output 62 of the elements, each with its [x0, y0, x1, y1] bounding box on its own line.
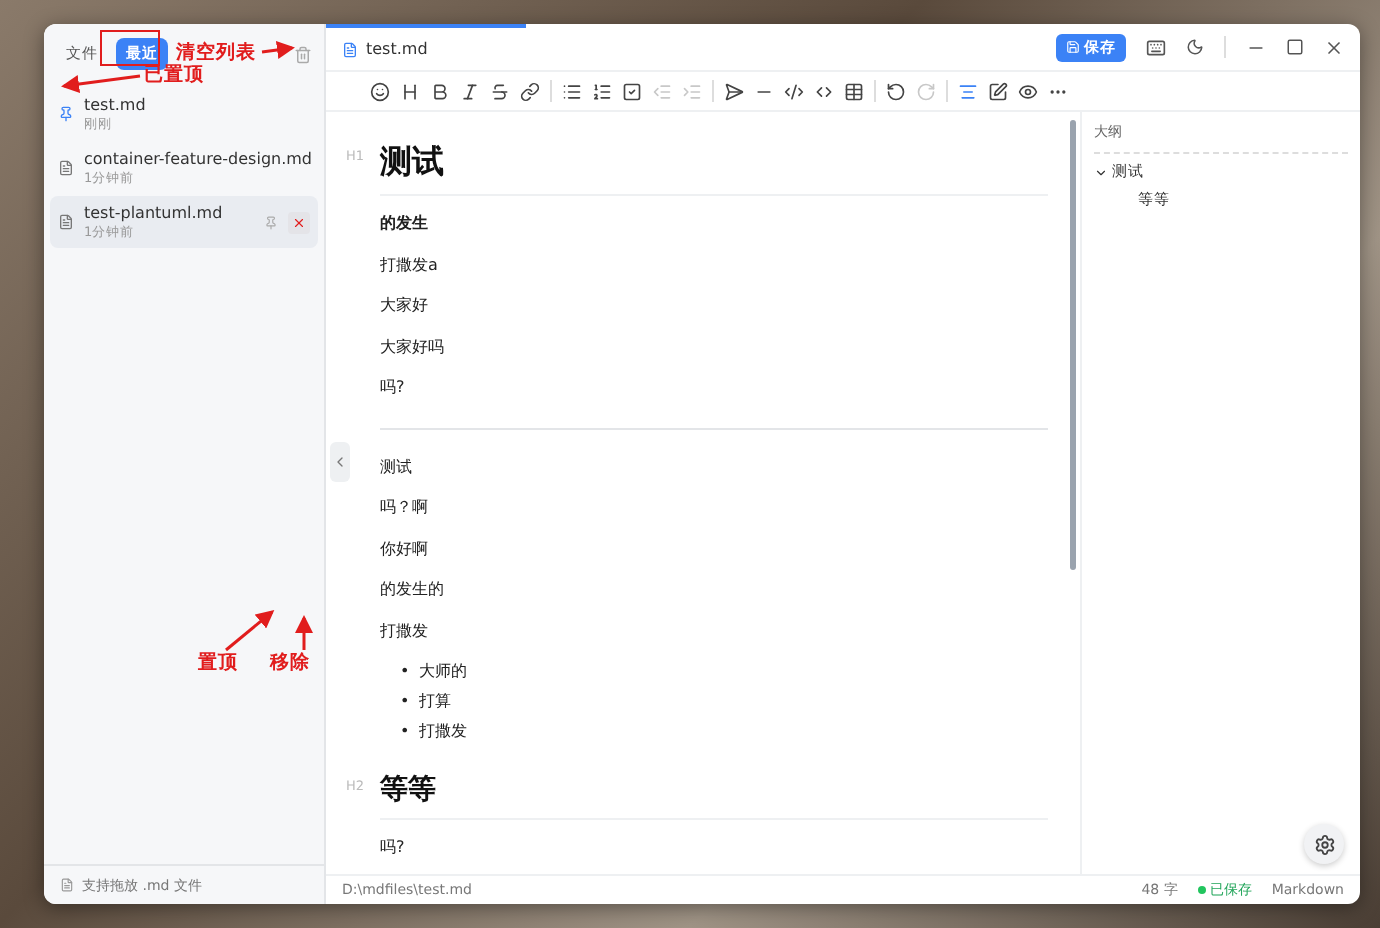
send-icon[interactable] — [724, 81, 744, 101]
bullet: • — [400, 690, 410, 714]
paragraph: 大家好吗 — [380, 335, 444, 359]
file-icon — [58, 214, 74, 230]
ol-icon[interactable] — [592, 81, 612, 101]
undo-icon[interactable] — [886, 81, 906, 101]
paragraph: 的发生 — [380, 212, 428, 236]
maximize-icon[interactable] — [1286, 38, 1304, 56]
edit-icon[interactable] — [988, 81, 1008, 101]
scrollbar[interactable] — [1070, 120, 1076, 570]
preview-icon[interactable] — [1018, 81, 1038, 101]
emoji-icon[interactable] — [370, 81, 390, 101]
file-icon — [60, 878, 74, 892]
toc-icon[interactable] — [958, 81, 978, 101]
annotation-arrow — [61, 74, 141, 93]
bullet: • — [400, 660, 410, 684]
link-icon[interactable] — [520, 81, 540, 101]
paragraph: 大家好 — [380, 294, 428, 318]
list-item: 大师的 — [419, 660, 468, 684]
paragraph: 的发生的 — [380, 578, 444, 602]
annotation-arrow — [261, 41, 295, 59]
file-icon — [58, 160, 74, 176]
bullet: • — [400, 720, 410, 744]
table-icon[interactable] — [844, 81, 864, 101]
collapse-handle[interactable] — [330, 442, 350, 482]
paragraph: 测试 — [380, 455, 412, 479]
list-item: 打撒发 — [419, 720, 468, 744]
paragraph: 打撒发a — [380, 253, 438, 277]
strike-icon[interactable] — [490, 81, 510, 101]
annotation-label: 清空列表 — [176, 40, 256, 64]
code-icon[interactable] — [784, 81, 804, 101]
file-name: container-feature-design.md — [84, 149, 310, 167]
annotation-arrow — [225, 610, 275, 652]
remove-button[interactable] — [288, 211, 310, 233]
annotation-label: 置顶 — [198, 650, 238, 676]
settings-icon — [1313, 833, 1335, 855]
paragraph: 吗? — [380, 836, 405, 860]
list-item: 打算 — [419, 690, 452, 714]
settings-button[interactable] — [1304, 824, 1344, 864]
close-icon — [292, 215, 306, 229]
paragraph: 吗? — [380, 376, 405, 400]
task-icon[interactable] — [622, 81, 642, 101]
paragraph: 你好啊 — [380, 537, 428, 561]
heading-icon[interactable] — [400, 81, 420, 101]
paragraph: 打撒发 — [380, 619, 428, 643]
ul-icon[interactable] — [562, 81, 582, 101]
keyboard-icon[interactable] — [1146, 37, 1166, 57]
tab-label: test.md — [366, 40, 428, 58]
highlight-frame — [100, 30, 160, 66]
moon-icon[interactable] — [1186, 38, 1204, 56]
pin-icon — [58, 106, 74, 122]
save-icon — [1066, 40, 1080, 54]
inline-icon[interactable] — [814, 81, 834, 101]
file-name: test.md — [84, 95, 148, 113]
paragraph: 吗？啊 — [380, 496, 428, 520]
close-icon[interactable] — [1324, 37, 1344, 57]
italic-icon[interactable] — [460, 81, 480, 101]
annotation-label: 移除 — [270, 650, 310, 676]
file-icon — [342, 41, 358, 57]
bold-icon[interactable] — [430, 81, 450, 101]
annotation-arrow — [295, 615, 313, 650]
file-name: test-plantuml.md — [84, 203, 225, 221]
